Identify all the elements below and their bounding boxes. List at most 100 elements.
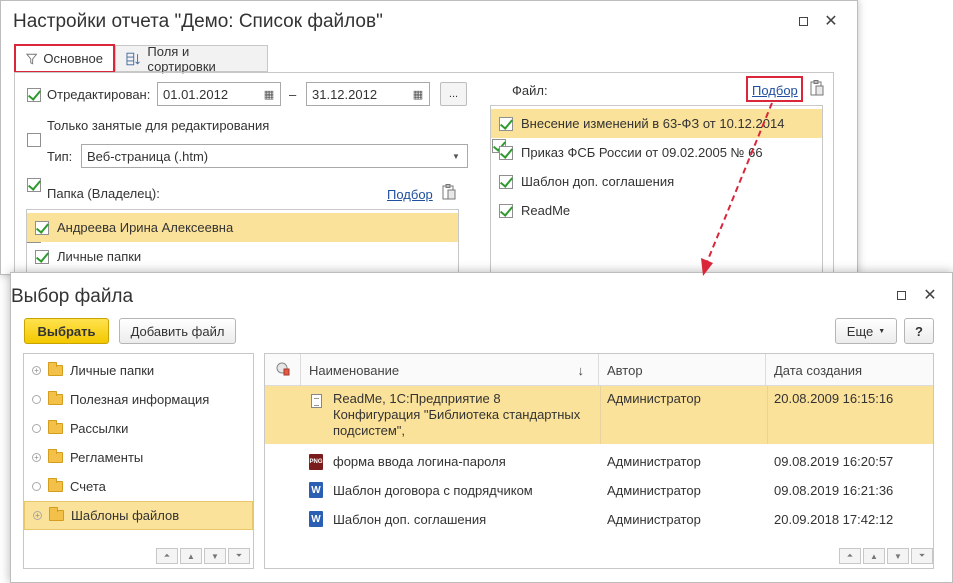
file-item-checkbox[interactable] — [499, 203, 513, 218]
tree-item[interactable]: + Регламенты — [24, 443, 253, 472]
clipboard-icon[interactable] — [810, 80, 824, 99]
list-item[interactable]: Внесение изменений в 63-ФЗ от 10.12.2014 — [491, 109, 822, 138]
column-name-header[interactable]: Наименование ↓ — [301, 354, 599, 386]
folder-icon — [48, 362, 63, 376]
file-item-label: ReadMe — [521, 203, 571, 218]
help-button[interactable]: ? — [904, 318, 934, 344]
only-busy-checkbox[interactable] — [27, 133, 41, 147]
file-item-checkbox[interactable] — [499, 145, 513, 160]
tree-item-label: Счета — [70, 479, 106, 494]
more-label: Еще — [846, 323, 874, 339]
png-file-icon: PNG — [309, 454, 323, 470]
table-row[interactable]: ReadMe, 1С:Предприятие 8 Конфигурация "Б… — [265, 386, 933, 444]
date-dash: – — [289, 87, 297, 102]
close-button[interactable]: ✕ — [821, 11, 841, 31]
lock-status-icon — [276, 362, 290, 379]
folder-item-checkbox[interactable] — [35, 249, 49, 264]
last-page-icon[interactable]: ⏷ — [911, 548, 933, 564]
page-down-icon[interactable]: ▼ — [204, 548, 226, 564]
report-settings-window: Настройки отчета "Демо: Список файлов" ✕… — [0, 0, 858, 277]
fields-sort-icon — [126, 52, 140, 65]
word-file-icon: W — [309, 511, 323, 527]
window-title: Настройки отчета "Демо: Список файлов" — [13, 11, 383, 32]
clipboard-icon[interactable] — [442, 184, 456, 203]
tree-item-label: Шаблоны файлов — [71, 508, 180, 523]
column-status-header[interactable] — [265, 354, 301, 386]
tab-main[interactable]: Основное — [14, 44, 115, 73]
last-page-icon[interactable]: ⏷ — [228, 548, 250, 564]
table-nav: ⏶ ▲ ▼ ⏷ — [839, 548, 933, 564]
close-icon: ✕ — [824, 13, 838, 30]
file-date: 20.08.2009 16:15:16 — [774, 391, 894, 406]
list-item[interactable]: Шаблон доп. соглашения — [491, 167, 822, 196]
file-item-label: Шаблон доп. соглашения — [521, 174, 675, 189]
file-name: ReadMe, 1С:Предприятие 8 Конфигурация "Б… — [325, 391, 580, 439]
tree-nav: ⏶ ▲ ▼ ⏷ — [156, 548, 250, 564]
expand-icon — [32, 424, 41, 433]
folder-pick-link[interactable]: Подбор — [387, 187, 433, 202]
chevron-down-icon[interactable]: ▼ — [445, 145, 467, 167]
tree-item-label: Полезная информация — [70, 392, 210, 407]
type-select[interactable]: Веб-страница (.htm) ▼ — [81, 144, 468, 168]
folder-label: Папка (Владелец): — [47, 186, 160, 201]
file-pick-link[interactable]: Подбор — [752, 83, 798, 98]
select-button[interactable]: Выбрать — [24, 318, 109, 344]
close-button[interactable]: ✕ — [920, 285, 940, 305]
page-down-icon[interactable]: ▼ — [887, 548, 909, 564]
file-name: Шаблон договора с подрядчиком — [333, 483, 533, 498]
only-busy-label: Только занятые для редактирования — [47, 118, 270, 133]
column-author-header[interactable]: Автор — [599, 354, 766, 386]
table-row[interactable]: W Шаблон договора с подрядчиком Админист… — [265, 476, 933, 505]
tab-fields-sorting[interactable]: Поля и сортировки — [115, 44, 268, 74]
expand-icon[interactable]: + — [33, 511, 42, 520]
file-author: Администратор — [607, 483, 701, 498]
date-to-input[interactable]: 31.12.2012 ▦ — [306, 82, 430, 106]
first-page-icon[interactable]: ⏶ — [156, 548, 178, 564]
expand-icon — [32, 395, 41, 404]
tree-item[interactable]: Рассылки — [24, 414, 253, 443]
calendar-icon[interactable]: ▦ — [258, 83, 280, 105]
file-name-line: ReadMe, 1С:Предприятие 8 — [333, 391, 501, 406]
maximize-button[interactable] — [891, 285, 911, 305]
column-date-header[interactable]: Дата создания — [766, 354, 933, 386]
file-date: 09.08.2019 16:21:36 — [774, 483, 894, 498]
list-item[interactable]: Приказ ФСБ России от 09.02.2005 № 66 — [491, 138, 822, 167]
folder-item-checkbox[interactable] — [35, 220, 49, 235]
column-divider — [600, 386, 601, 444]
edited-label: Отредактирован: — [47, 87, 151, 102]
window-title: Выбор файла — [11, 286, 134, 307]
maximize-button[interactable] — [793, 11, 813, 31]
tree-item-label: Личные папки — [70, 363, 155, 378]
file-author: Администратор — [607, 512, 701, 527]
folder-icon — [48, 420, 63, 434]
list-item[interactable]: ReadMe — [491, 196, 822, 225]
table-row[interactable]: PNG форма ввода логина-пароля Администра… — [265, 447, 933, 476]
expand-icon[interactable]: + — [32, 453, 41, 462]
tree-item[interactable]: Счета — [24, 472, 253, 501]
more-button[interactable]: Еще ▼ — [835, 318, 897, 344]
type-checkbox[interactable] — [27, 178, 41, 192]
tree-item[interactable]: + Личные папки — [24, 356, 253, 385]
folder-icon — [48, 391, 63, 405]
calendar-icon[interactable]: ▦ — [407, 83, 429, 105]
edited-checkbox[interactable] — [27, 88, 41, 102]
file-select-window: Выбор файла ✕ Выбрать Добавить файл Еще … — [10, 272, 953, 583]
date-from-input[interactable]: 01.01.2012 ▦ — [157, 82, 281, 106]
file-item-checkbox[interactable] — [499, 116, 513, 131]
list-item[interactable]: Андреева Ирина Алексеевна — [27, 213, 458, 242]
file-date: 20.09.2018 17:42:12 — [774, 512, 894, 527]
first-page-icon[interactable]: ⏶ — [839, 548, 861, 564]
add-file-button[interactable]: Добавить файл — [119, 318, 236, 344]
page-up-icon[interactable]: ▲ — [180, 548, 202, 564]
list-item[interactable]: Личные папки — [27, 242, 458, 271]
expand-icon[interactable]: + — [32, 366, 41, 375]
column-name-label: Наименование — [309, 362, 400, 378]
table-row[interactable]: W Шаблон доп. соглашения Администратор 2… — [265, 505, 933, 534]
tree-item[interactable]: Полезная информация — [24, 385, 253, 414]
word-file-icon: W — [309, 482, 323, 498]
page-up-icon[interactable]: ▲ — [863, 548, 885, 564]
folder-item-label: Личные папки — [57, 249, 142, 264]
period-select-button[interactable]: ... — [440, 82, 467, 106]
file-item-checkbox[interactable] — [499, 174, 513, 189]
tree-item[interactable]: + Шаблоны файлов — [24, 501, 253, 530]
